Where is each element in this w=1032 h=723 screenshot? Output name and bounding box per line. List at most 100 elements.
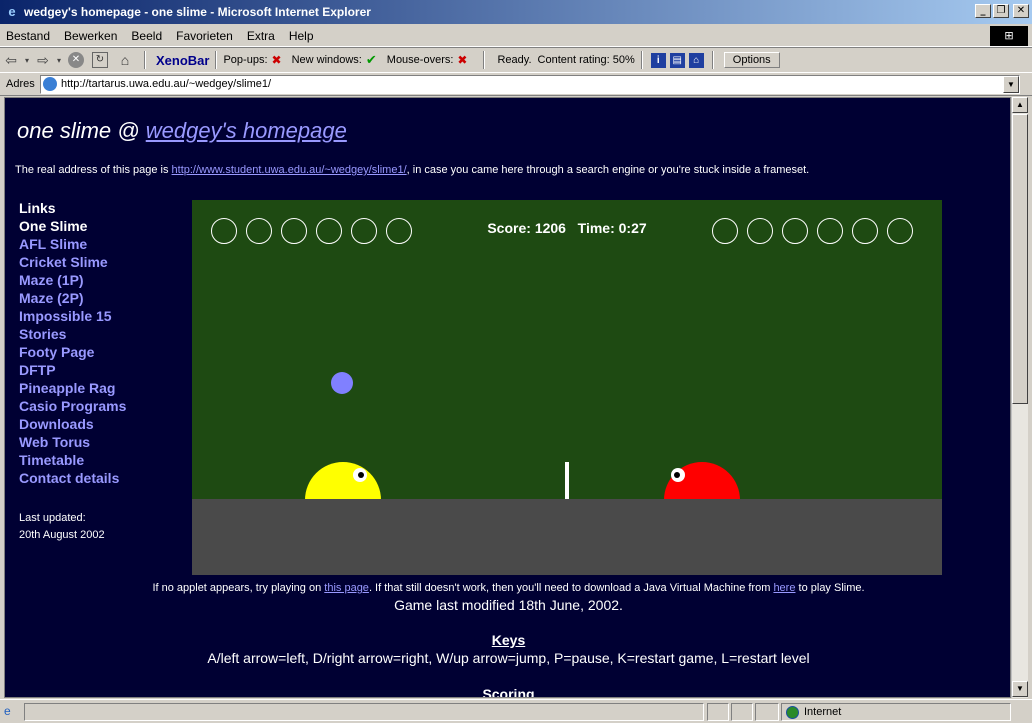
slime-game-applet[interactable]: Score: 1206 Time: 0:27 xyxy=(192,200,942,575)
opponent-eye xyxy=(671,468,685,482)
refresh-icon[interactable]: ↻ xyxy=(92,52,108,68)
link-timetable[interactable]: Timetable xyxy=(19,452,126,470)
menu-beeld[interactable]: Beeld xyxy=(125,29,170,43)
menu-bar: Bestand Bewerken Beeld Favorieten Extra … xyxy=(0,25,1032,47)
new-windows-allowed-check-icon[interactable]: ✔ xyxy=(366,52,377,68)
last-updated-label: Last updated: xyxy=(19,512,86,524)
link-pineapple-rag[interactable]: Pineapple Rag xyxy=(19,380,126,398)
minimize-button[interactable]: _ xyxy=(975,4,991,18)
scroll-up-icon[interactable]: ▲ xyxy=(1012,97,1028,113)
status-cell xyxy=(707,703,729,721)
time-label: Time: xyxy=(577,220,615,236)
security-zone: Internet xyxy=(781,703,1011,721)
score-value: 1206 xyxy=(534,220,566,236)
page-content: one slime @ wedgey's homepage The real a… xyxy=(4,97,1011,698)
window-controls: _ ❐ ✕ xyxy=(975,4,1029,18)
vertical-scrollbar[interactable]: ▲ ▼ xyxy=(1011,97,1028,698)
keys-heading: Keys xyxy=(491,632,526,648)
player-pupil xyxy=(358,472,364,478)
last-updated-date: 20th August 2002 xyxy=(19,529,105,541)
page-title: one slime @ wedgey's homepage xyxy=(17,118,347,143)
link-maze-2p[interactable]: Maze (2P) xyxy=(19,290,126,308)
toolbar-status: Ready. xyxy=(497,54,532,66)
menu-bewerken[interactable]: Bewerken xyxy=(58,29,125,43)
toolbar-separator xyxy=(640,51,643,69)
address-dropdown-icon[interactable]: ▼ xyxy=(1003,75,1019,93)
link-web-torus[interactable]: Web Torus xyxy=(19,434,126,452)
menu-favorieten[interactable]: Favorieten xyxy=(170,29,241,43)
scoring-heading: Scoring xyxy=(482,686,535,698)
status-cell xyxy=(731,703,753,721)
forward-dropdown-icon[interactable]: ▾ xyxy=(54,56,64,65)
internet-globe-icon xyxy=(786,705,799,719)
menu-help[interactable]: Help xyxy=(283,29,322,43)
forward-arrow-icon[interactable]: ⇨ xyxy=(32,52,54,69)
mouseovers-blocked-x-icon[interactable]: ✖ xyxy=(457,53,467,67)
ie-icon: e xyxy=(8,4,16,19)
status-page-icon: e xyxy=(4,704,11,718)
title-bar: e wedgey's homepage - one slime - Micros… xyxy=(0,0,1032,25)
toolbar-separator xyxy=(483,51,486,69)
house-icon[interactable]: ⌂ xyxy=(688,52,704,68)
popups-blocked-x-icon[interactable]: ✖ xyxy=(272,53,282,67)
link-afl-slime[interactable]: AFL Slime xyxy=(19,236,126,254)
zone-label: Internet xyxy=(804,706,842,718)
homepage-link[interactable]: wedgey's homepage xyxy=(146,118,347,143)
restore-button[interactable]: ❐ xyxy=(993,4,1009,18)
scroll-down-icon[interactable]: ▼ xyxy=(1012,681,1028,697)
mouseovers-label: Mouse-overs: xyxy=(386,54,454,66)
menu-extra[interactable]: Extra xyxy=(241,29,283,43)
popups-label: Pop-ups: xyxy=(223,54,268,66)
last-updated: Last updated: 20th August 2002 xyxy=(19,510,105,544)
new-windows-label: New windows: xyxy=(291,54,362,66)
link-one-slime[interactable]: One Slime xyxy=(19,218,126,236)
link-cricket-slime[interactable]: Cricket Slime xyxy=(19,254,126,272)
menu-bestand[interactable]: Bestand xyxy=(0,29,58,43)
xenobar-logo: XenoBar xyxy=(156,52,210,68)
home-icon[interactable]: ⌂ xyxy=(116,52,134,68)
game-modified: Game last modified 18th June, 2002. xyxy=(394,597,623,613)
links-sidebar: Links One Slime AFL Slime Cricket Slime … xyxy=(19,200,126,488)
game-ground xyxy=(192,499,942,575)
address-url: http://tartarus.uwa.edu.au/~wedgey/slime… xyxy=(61,78,272,90)
opponent-slime xyxy=(664,462,740,500)
this-page-link[interactable]: this page xyxy=(324,582,369,594)
info-icon[interactable]: i xyxy=(650,52,666,68)
back-dropdown-icon[interactable]: ▾ xyxy=(22,56,32,65)
link-maze-1p[interactable]: Maze (1P) xyxy=(19,272,126,290)
address-input[interactable]: http://tartarus.uwa.edu.au/~wedgey/slime… xyxy=(40,74,1020,94)
real-address-note: The real address of this page is http://… xyxy=(15,164,810,176)
address-label: Adres xyxy=(6,78,35,90)
stop-icon[interactable]: ✕ xyxy=(68,52,84,68)
link-dftp[interactable]: DFTP xyxy=(19,362,126,380)
windows-logo-icon: ⊞ xyxy=(990,26,1028,46)
game-ball xyxy=(331,372,353,394)
real-address-link[interactable]: http://www.student.uwa.edu.au/~wedgey/sl… xyxy=(172,164,407,176)
back-arrow-icon[interactable]: ⇦ xyxy=(0,52,22,69)
link-footy-page[interactable]: Footy Page xyxy=(19,344,126,362)
link-downloads[interactable]: Downloads xyxy=(19,416,126,434)
toolbar-separator xyxy=(144,51,146,69)
page-icon xyxy=(43,77,57,91)
scroll-thumb[interactable] xyxy=(1012,114,1028,404)
link-contact-details[interactable]: Contact details xyxy=(19,470,126,488)
notes-icon[interactable]: ▤ xyxy=(669,52,685,68)
link-stories[interactable]: Stories xyxy=(19,326,126,344)
content-rating: Content rating: 50% xyxy=(537,54,635,66)
options-button[interactable]: Options xyxy=(723,52,780,68)
player-slime xyxy=(305,462,381,500)
score-label: Score: xyxy=(487,220,531,236)
applet-note: If no applet appears, try playing on thi… xyxy=(152,582,865,594)
status-cell xyxy=(755,703,779,721)
keys-text: A/left arrow=left, D/right arrow=right, … xyxy=(207,650,810,666)
jvm-download-link[interactable]: here xyxy=(773,582,795,594)
links-heading: Links xyxy=(19,200,56,216)
time-value: 0:27 xyxy=(618,220,647,236)
close-button[interactable]: ✕ xyxy=(1013,4,1029,18)
score-time-readout: Score: 1206 Time: 0:27 xyxy=(192,220,942,236)
link-casio-programs[interactable]: Casio Programs xyxy=(19,398,126,416)
status-text-cell xyxy=(24,703,704,721)
browser-window: e wedgey's homepage - one slime - Micros… xyxy=(0,0,1032,723)
player-eye xyxy=(353,468,367,482)
link-impossible-15[interactable]: Impossible 15 xyxy=(19,308,126,326)
